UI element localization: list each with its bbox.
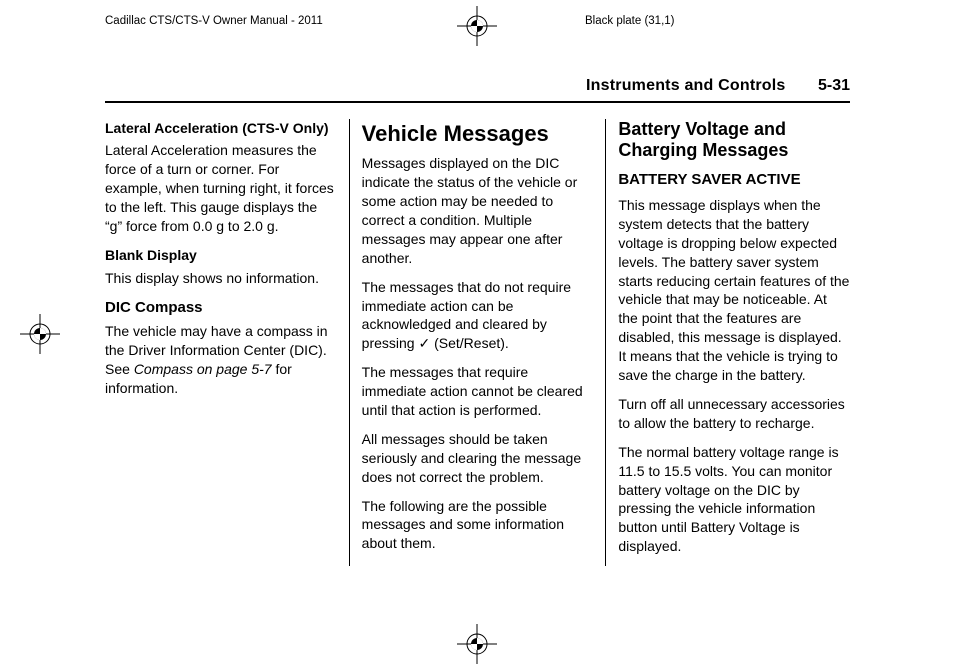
blank-display-heading: Blank Display bbox=[105, 246, 337, 265]
manual-title: Cadillac CTS/CTS-V Owner Manual - 2011 bbox=[105, 14, 323, 30]
registration-mark-top bbox=[457, 6, 497, 46]
battery-p1: This message displays when the system de… bbox=[618, 196, 850, 385]
battery-voltage-heading: Battery Voltage and Charging Messages bbox=[618, 119, 850, 162]
vehicle-messages-p5: The following are the possible messages … bbox=[362, 497, 594, 554]
battery-p3: The normal battery voltage range is 11.5… bbox=[618, 443, 850, 556]
check-icon: ✓ bbox=[418, 335, 430, 351]
header-rule bbox=[105, 101, 850, 103]
page-number: 5-31 bbox=[818, 77, 850, 94]
blank-display-body: This display shows no information. bbox=[105, 269, 337, 288]
column-1: Lateral Acceleration (CTS‑V Only) Latera… bbox=[105, 119, 349, 566]
vehicle-messages-heading: Vehicle Messages bbox=[362, 119, 594, 149]
lateral-acceleration-heading: Lateral Acceleration (CTS‑V Only) bbox=[105, 119, 337, 138]
column-3: Battery Voltage and Charging Messages BA… bbox=[605, 119, 850, 566]
registration-mark-left bbox=[20, 314, 60, 354]
dic-compass-heading: DIC Compass bbox=[105, 298, 337, 318]
vehicle-messages-p4: All messages should be taken seriously a… bbox=[362, 430, 594, 487]
running-head: Instruments and Controls 5-31 bbox=[105, 75, 850, 97]
vehicle-messages-p3: The messages that require immediate acti… bbox=[362, 363, 594, 420]
vehicle-messages-p1: Messages displayed on the DIC indicate t… bbox=[362, 154, 594, 267]
page-content: Instruments and Controls 5-31 Lateral Ac… bbox=[105, 75, 850, 566]
battery-saver-active-heading: BATTERY SAVER ACTIVE bbox=[618, 170, 850, 190]
plate-note: Black plate (31,1) bbox=[585, 14, 675, 30]
registration-mark-bottom bbox=[457, 624, 497, 664]
content-columns: Lateral Acceleration (CTS‑V Only) Latera… bbox=[105, 119, 850, 566]
battery-p2: Turn off all unnecessary accessories to … bbox=[618, 395, 850, 433]
lateral-acceleration-body: Lateral Acceleration measures the force … bbox=[105, 141, 337, 235]
column-2: Vehicle Messages Messages displayed on t… bbox=[349, 119, 606, 566]
vm-p2-post: (Set/Reset). bbox=[430, 335, 509, 351]
section-title: Instruments and Controls bbox=[586, 77, 785, 94]
compass-crossref: Compass on page 5‑7 bbox=[134, 361, 272, 377]
dic-compass-body: The vehicle may have a compass in the Dr… bbox=[105, 322, 337, 398]
vehicle-messages-p2: The messages that do not require immedia… bbox=[362, 278, 594, 354]
